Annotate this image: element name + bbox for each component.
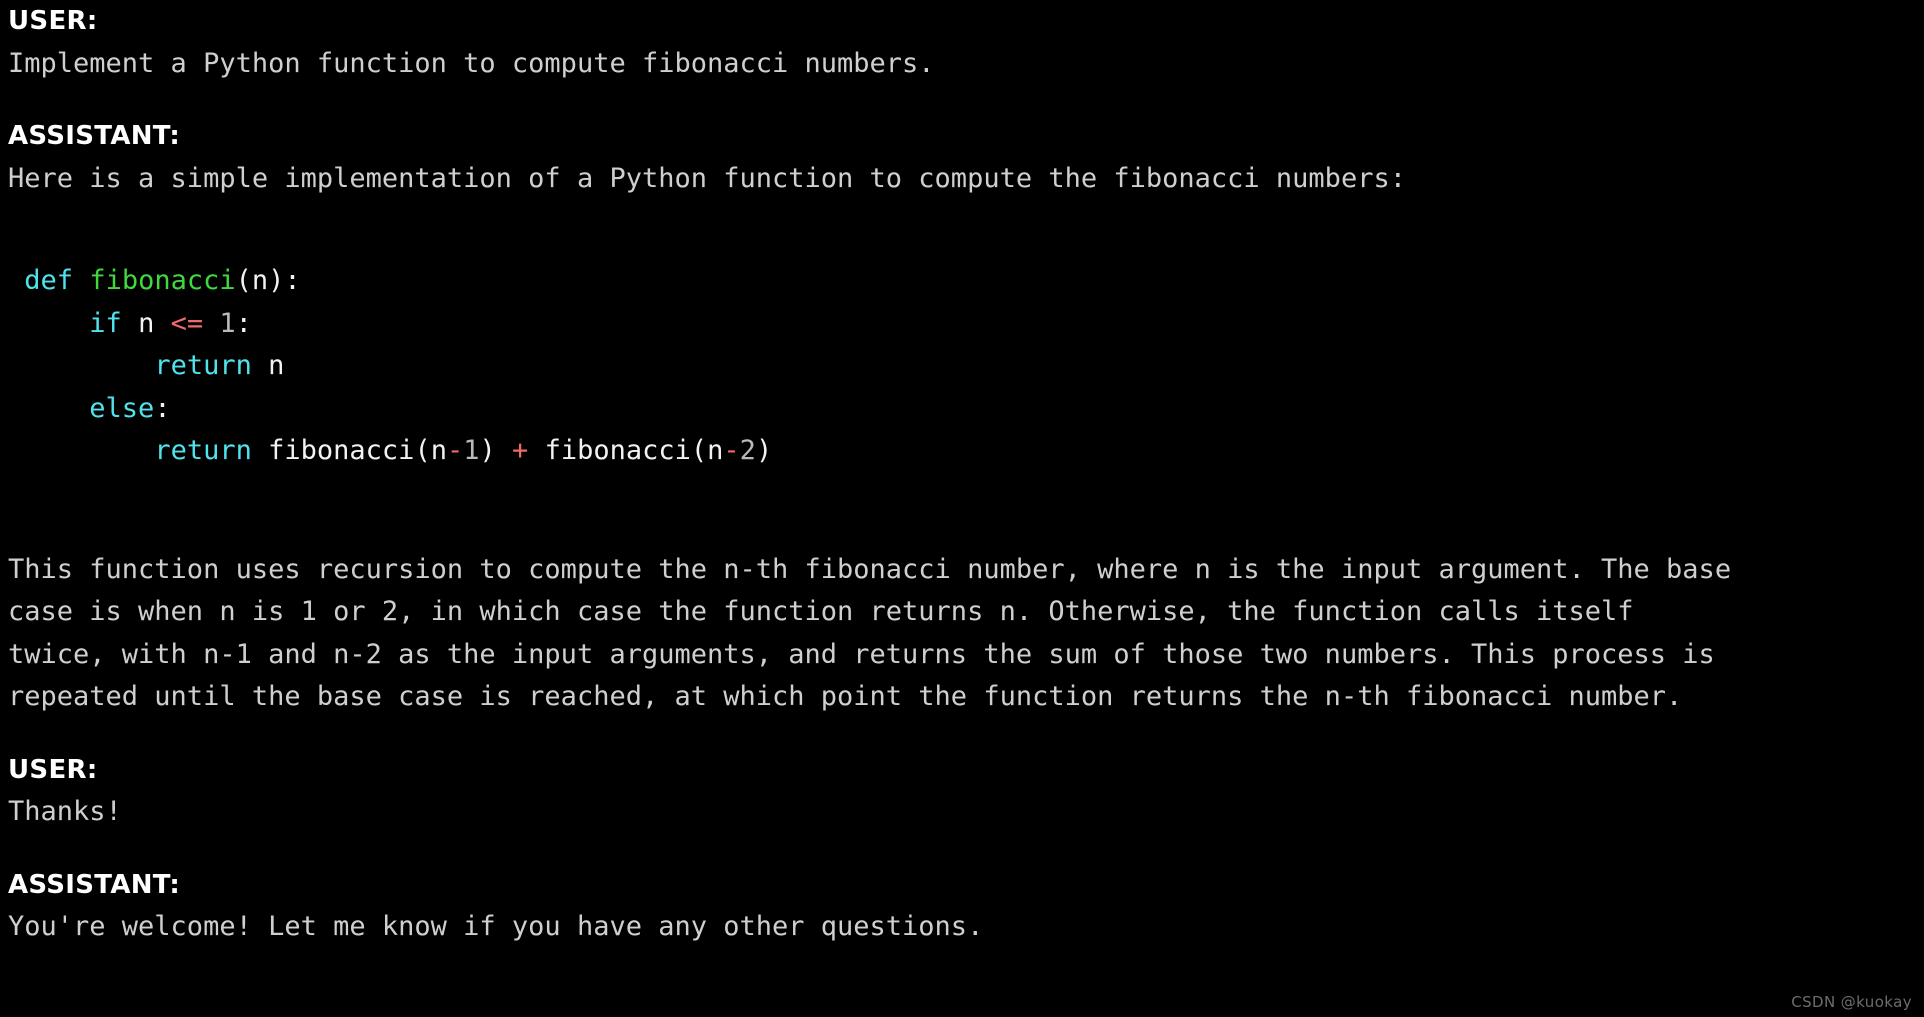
user-message-1: Implement a Python function to compute f… xyxy=(8,47,935,79)
chat-transcript: USER: Implement a Python function to com… xyxy=(0,0,1924,1017)
code-token-punctuation: fibonacci xyxy=(268,435,415,466)
explanation-line: This function uses recursion to compute … xyxy=(8,553,1732,585)
code-line: if n <= 1: xyxy=(0,303,1924,346)
code-token-number: 1 xyxy=(463,435,480,466)
code-token-punctuation: : xyxy=(154,392,171,424)
code-line: def fibonacci(n): xyxy=(0,260,1924,303)
code-token-operator: - xyxy=(446,435,464,466)
code-token-variable: n xyxy=(138,307,155,339)
code-token-variable: n xyxy=(707,435,724,466)
code-token-number: 1 xyxy=(219,307,236,339)
code-token-punctuation: ) xyxy=(479,435,496,466)
code-token-keyword: else xyxy=(89,392,155,424)
code-line: return n xyxy=(0,345,1924,388)
code-token-operator: + xyxy=(512,435,529,466)
code-token-keyword: return xyxy=(154,350,252,381)
code-token-operator: - xyxy=(723,435,740,466)
assistant-explanation-paragraph: This function uses recursion to compute … xyxy=(0,549,1924,719)
code-token-operator: <= xyxy=(170,307,204,339)
code-token-punctuation: ) xyxy=(755,435,773,466)
role-label-assistant-1: ASSISTANT: xyxy=(8,121,181,151)
code-token-punctuation: ( xyxy=(690,435,708,466)
role-label-user-1: USER: xyxy=(8,6,98,36)
code-token-punctuation: : xyxy=(235,307,252,339)
code-token-function_name: fibonacci xyxy=(89,265,236,296)
watermark: CSDN @kuokay xyxy=(1791,993,1912,1011)
code-line: return fibonacci(n-1) + fibonacci(n-2) xyxy=(0,430,1924,473)
code-line: else: xyxy=(0,388,1924,431)
role-label-user-2: USER: xyxy=(8,754,98,785)
code-token-number: 2 xyxy=(739,435,756,466)
code-token-punctuation: ( xyxy=(235,265,252,296)
code-token-variable: n xyxy=(430,435,447,466)
role-label-assistant-2: ASSISTANT: xyxy=(8,869,181,900)
code-token-punctuation: ): xyxy=(268,265,301,296)
assistant-message-2: You're welcome! Let me know if you have … xyxy=(8,911,984,942)
user-message-2: Thanks! xyxy=(8,796,122,827)
explanation-line: twice, with n-1 and n-2 as the input arg… xyxy=(8,638,1715,670)
code-token-keyword: def xyxy=(24,265,74,296)
code-token-variable: n xyxy=(268,350,285,381)
code-token-variable: n xyxy=(251,265,269,296)
explanation-line: case is when n is 1 or 2, in which case … xyxy=(8,596,1634,627)
code-token-keyword: return xyxy=(154,435,252,466)
code-token-punctuation: fibonacci xyxy=(544,435,691,466)
python-code-block: def fibonacci(n): if n <= 1: return n el… xyxy=(0,260,1924,473)
assistant-intro-1: Here is a simple implementation of a Pyt… xyxy=(8,162,1406,194)
code-token-keyword: if xyxy=(89,307,122,339)
code-token-punctuation: ( xyxy=(414,435,431,466)
explanation-line: repeated until the base case is reached,… xyxy=(8,681,1683,712)
